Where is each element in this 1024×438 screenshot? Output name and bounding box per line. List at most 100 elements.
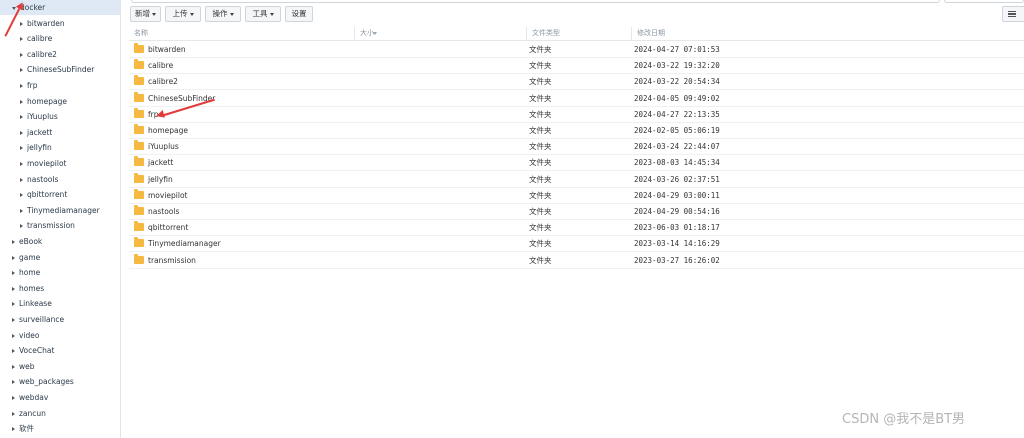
caret-right-icon[interactable] bbox=[12, 318, 15, 322]
row-name[interactable]: nastools bbox=[148, 204, 179, 220]
column-header-size[interactable]: 大小 bbox=[354, 27, 526, 40]
caret-right-icon[interactable] bbox=[20, 208, 23, 213]
sidebar-item-transmission[interactable]: transmission bbox=[0, 218, 75, 233]
sidebar-item-web-packages[interactable]: web_packages bbox=[0, 374, 74, 389]
caret-right-icon[interactable] bbox=[20, 193, 23, 198]
row-modified: 2024-04-05 09:49:02 bbox=[634, 93, 720, 103]
sidebar-item-surveillance[interactable]: surveillance bbox=[0, 312, 64, 327]
caret-right-icon[interactable] bbox=[12, 380, 15, 385]
sidebar-item-linkease[interactable]: Linkease bbox=[0, 296, 52, 311]
toolbar-button-2[interactable]: 操作 bbox=[205, 6, 241, 22]
caret-right-icon[interactable] bbox=[20, 224, 23, 229]
toolbar-button-3[interactable]: 工具 bbox=[245, 6, 281, 22]
table-row[interactable]: bitwarden 文件夹 2024-04-27 07:01:53 bbox=[129, 42, 1024, 58]
caret-right-icon[interactable] bbox=[12, 271, 15, 276]
caret-right-icon[interactable] bbox=[12, 240, 15, 244]
table-row[interactable]: iYuuplus 文件夹 2024-03-24 22:44:07 bbox=[129, 139, 1024, 156]
sidebar-item-homes[interactable]: homes bbox=[0, 281, 44, 296]
table-row[interactable]: calibre 文件夹 2024-03-22 19:32:20 bbox=[129, 58, 1024, 75]
table-row[interactable]: calibre2 文件夹 2024-03-22 20:54:34 bbox=[129, 74, 1024, 91]
row-name[interactable]: calibre2 bbox=[148, 74, 178, 90]
caret-right-icon[interactable] bbox=[20, 115, 23, 120]
sidebar-item-webdav[interactable]: webdav bbox=[0, 390, 48, 405]
sidebar-item-label: nastools bbox=[27, 174, 59, 184]
caret-right-icon[interactable] bbox=[12, 302, 15, 307]
caret-right-icon[interactable] bbox=[12, 396, 15, 400]
sidebar-item-moviepilot[interactable]: moviepilot bbox=[0, 156, 67, 171]
caret-right-icon[interactable] bbox=[20, 37, 23, 42]
sidebar-item-qbittorrent[interactable]: qbittorrent bbox=[0, 187, 67, 202]
row-name[interactable]: iYuuplus bbox=[148, 139, 179, 155]
table-row[interactable]: jackett 文件夹 2023-08-03 14:45:34 bbox=[129, 155, 1024, 172]
row-name[interactable]: qbittorrent bbox=[148, 220, 188, 236]
table-row[interactable]: transmission 文件夹 2023-03-27 16:26:02 bbox=[129, 253, 1024, 269]
sidebar-item-ebook[interactable]: eBook bbox=[0, 234, 42, 249]
view-mode-button[interactable] bbox=[1002, 6, 1024, 22]
caret-right-icon[interactable] bbox=[20, 52, 23, 57]
caret-right-icon[interactable] bbox=[12, 427, 15, 432]
sidebar-item-iyuuplus[interactable]: iYuuplus bbox=[0, 109, 58, 124]
row-name[interactable]: ChineseSubFinder bbox=[148, 91, 215, 107]
table-row[interactable]: qbittorrent 文件夹 2023-06-03 01:18:17 bbox=[129, 220, 1024, 237]
caret-right-icon[interactable] bbox=[20, 162, 23, 166]
sidebar-item-calibre2[interactable]: calibre2 bbox=[0, 47, 57, 62]
caret-right-icon[interactable] bbox=[20, 84, 23, 88]
caret-right-icon[interactable] bbox=[20, 21, 23, 26]
caret-right-icon[interactable] bbox=[12, 349, 15, 354]
table-row[interactable]: Tinymediamanager 文件夹 2023-03-14 14:16:29 bbox=[129, 236, 1024, 253]
sidebar-item-web[interactable]: web bbox=[0, 359, 35, 374]
row-name[interactable]: transmission bbox=[148, 253, 196, 269]
column-header-name[interactable]: 名称 bbox=[129, 27, 354, 40]
folder-icon bbox=[134, 59, 144, 70]
caret-right-icon[interactable] bbox=[12, 255, 15, 260]
table-row[interactable]: ChineseSubFinder 文件夹 2024-04-05 09:49:02 bbox=[129, 91, 1024, 107]
row-type: 文件夹 bbox=[529, 142, 552, 152]
watermark-text: CSDN @我不是BT男 bbox=[842, 412, 966, 427]
sidebar-item-tinymediamanager[interactable]: Tinymediamanager bbox=[0, 203, 100, 218]
caret-right-icon[interactable] bbox=[20, 146, 23, 151]
caret-right-icon[interactable] bbox=[12, 411, 15, 416]
sidebar-item-jackett[interactable]: jackett bbox=[0, 125, 52, 140]
caret-right-icon[interactable] bbox=[20, 68, 23, 73]
column-header-type[interactable]: 文件类型 bbox=[526, 27, 631, 40]
sidebar-item-zancun[interactable]: zancun bbox=[0, 406, 46, 421]
table-row[interactable]: frp 文件夹 2024-04-27 22:13:35 bbox=[129, 107, 1024, 123]
folder-icon bbox=[134, 221, 144, 232]
column-header-modified[interactable]: 修改日期 bbox=[631, 27, 1024, 40]
row-name[interactable]: homepage bbox=[148, 123, 188, 139]
caret-right-icon[interactable] bbox=[12, 286, 15, 291]
row-name[interactable]: calibre bbox=[148, 58, 173, 74]
sidebar-item-frp[interactable]: frp bbox=[0, 78, 38, 93]
table-row[interactable]: homepage 文件夹 2024-02-05 05:06:19 bbox=[129, 123, 1024, 139]
column-header-size-label: 大小 bbox=[360, 29, 374, 37]
caret-right-icon[interactable] bbox=[20, 99, 23, 104]
caret-right-icon[interactable] bbox=[20, 130, 23, 135]
toolbar-button-4[interactable]: 设置 bbox=[285, 6, 313, 22]
sidebar-item-jellyfin[interactable]: jellyfin bbox=[0, 140, 52, 155]
table-row[interactable]: nastools 文件夹 2024-04-29 00:54:16 bbox=[129, 204, 1024, 220]
sidebar-item-label: web_packages bbox=[19, 377, 74, 387]
sidebar-item-vocechat[interactable]: VoceChat bbox=[0, 343, 54, 358]
sidebar-item-video[interactable]: video bbox=[0, 328, 40, 343]
row-name[interactable]: moviepilot bbox=[148, 188, 188, 204]
caret-right-icon[interactable] bbox=[12, 364, 15, 369]
sidebar-item-game[interactable]: game bbox=[0, 250, 40, 265]
search-field[interactable] bbox=[944, 0, 1024, 3]
toolbar-button-0[interactable]: 新增 bbox=[130, 6, 161, 22]
caret-right-icon[interactable] bbox=[20, 177, 23, 182]
sidebar-item-home[interactable]: home bbox=[0, 265, 40, 280]
row-name[interactable]: bitwarden bbox=[148, 42, 186, 58]
row-name[interactable]: Tinymediamanager bbox=[148, 236, 221, 252]
path-bar[interactable] bbox=[131, 0, 940, 3]
row-name[interactable]: jackett bbox=[148, 155, 173, 171]
row-name[interactable]: jellyfin bbox=[148, 172, 173, 188]
table-row[interactable]: jellyfin 文件夹 2024-03-26 02:37:51 bbox=[129, 172, 1024, 188]
sidebar-item-nastools[interactable]: nastools bbox=[0, 172, 58, 187]
toolbar-button-1[interactable]: 上传 bbox=[165, 6, 201, 22]
sidebar-item-homepage[interactable]: homepage bbox=[0, 94, 67, 109]
sidebar-item-label: 软件 bbox=[19, 424, 34, 434]
table-row[interactable]: moviepilot 文件夹 2024-04-29 03:00:11 bbox=[129, 188, 1024, 204]
caret-right-icon[interactable] bbox=[12, 333, 15, 338]
sidebar-item-chinesesubfinder[interactable]: ChineseSubFinder bbox=[0, 62, 94, 77]
sidebar-item--[interactable]: 软件 bbox=[0, 421, 34, 436]
